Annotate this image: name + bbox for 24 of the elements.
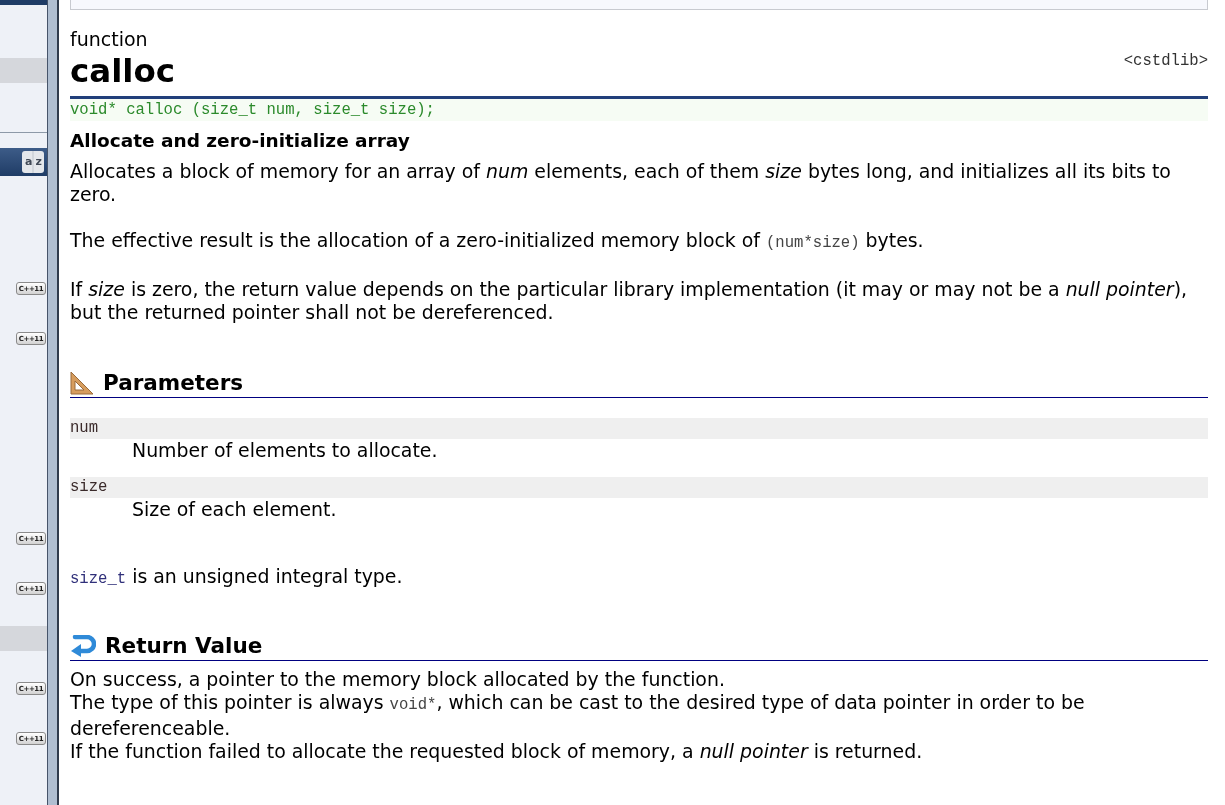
return-value-text: On success, a pointer to the memory block allocated by the function. <box>70 668 726 691</box>
description-paragraph: If size is zero, the return value depends on the particular library implementation (it may or may not be a null pointer), but the returned pointer shall not be dereferenced. <box>70 278 1188 324</box>
return-value-text: The type of this pointer is always void*, which can be cast to the desired type of data pointer in order to be dereferenceable. <box>70 691 1086 740</box>
sidebar-item[interactable] <box>0 626 47 651</box>
parameter-description: Size of each element. <box>131 498 338 521</box>
summary-heading: Allocate and zero-initialize array <box>70 129 411 152</box>
note-text: size_t is an unsigned integral type. <box>70 565 404 590</box>
page-title: calloc <box>70 51 176 91</box>
entry-type-label: function <box>70 27 149 51</box>
description-paragraph: The effective result is the allocation of a zero-initialized memory block of (num*size) bytes. <box>70 229 925 254</box>
function-prototype: void* calloc (size_t num, size_t size); <box>70 99 1208 121</box>
parameter-name: num <box>70 418 1208 439</box>
parameter-description: Number of elements to allocate. <box>131 439 439 462</box>
section-heading: Return Value <box>105 632 263 660</box>
return-value-text: If the function failed to allocate the requested block of memory, a null pointer is returned. <box>70 740 924 763</box>
section-heading: Parameters <box>103 369 244 397</box>
sort-button[interactable]: az <box>22 151 44 173</box>
type-link[interactable]: size_t <box>70 570 127 588</box>
header-label: <cstdlib> <box>1123 51 1208 71</box>
return-arrow-icon <box>70 635 96 657</box>
sidebar-header <box>0 0 47 5</box>
sidebar-item[interactable] <box>0 58 47 83</box>
description-paragraph: Allocates a block of memory for an array of num elements, each of them size bytes long, and initializes all its bits to zero. <box>70 160 1172 206</box>
parameter-name: size <box>70 477 1208 498</box>
